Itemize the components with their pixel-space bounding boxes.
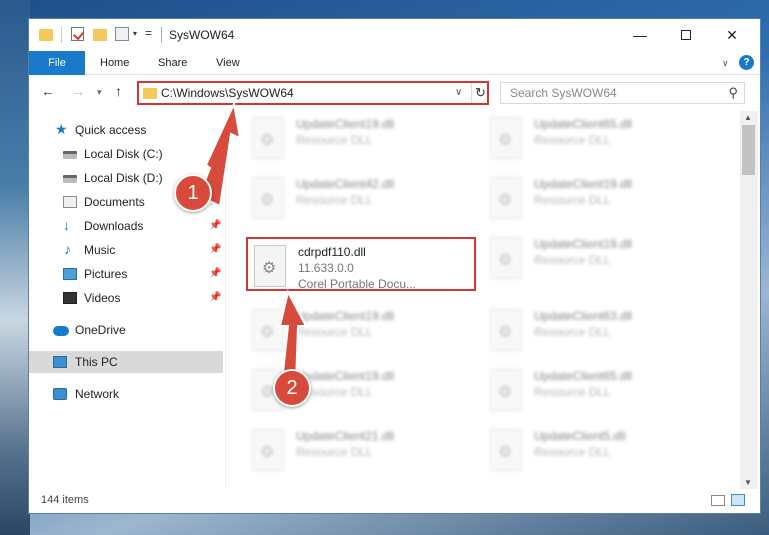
annotation-arrows xyxy=(197,100,308,386)
step-2-badge: 2 xyxy=(273,369,311,407)
step-1-badge: 1 xyxy=(174,174,212,212)
